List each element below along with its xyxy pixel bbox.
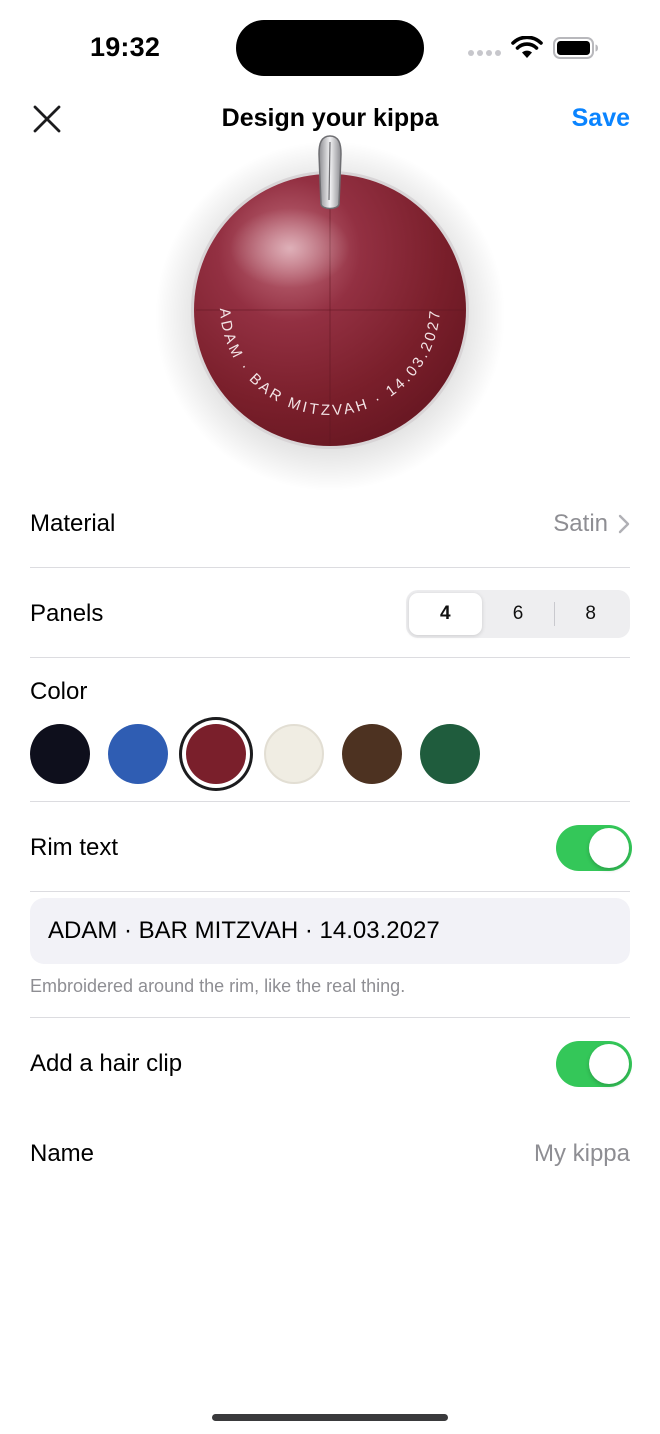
kippa-gloss: [230, 208, 350, 288]
panels-option-6[interactable]: 6: [482, 593, 555, 635]
swatch-green[interactable]: [420, 724, 480, 784]
divider: [30, 567, 630, 568]
color-label: Color: [30, 678, 88, 705]
panels-segmented-control[interactable]: 4 6 8: [406, 590, 630, 638]
divider: [30, 657, 630, 658]
divider: [30, 1017, 630, 1018]
swatch-cream[interactable]: [264, 724, 324, 784]
rim-text-input[interactable]: ADAM · BAR MITZVAH · 14.03.2027: [30, 898, 630, 964]
material-value-text: Satin: [553, 510, 608, 537]
rim-text-row: Rim text: [30, 824, 632, 872]
color-row: Color: [30, 672, 630, 712]
divider: [30, 891, 630, 892]
swatch-brown[interactable]: [342, 724, 402, 784]
kippa-preview: ADAM · BAR MITZVAH · 14.03.2027: [155, 135, 505, 491]
rim-text-helper: Embroidered around the rim, like the rea…: [30, 976, 406, 996]
toggle-knob: [589, 1044, 629, 1084]
panels-option-8[interactable]: 8: [554, 593, 627, 635]
rim-text-label: Rim text: [30, 834, 119, 861]
material-row[interactable]: Material Satin: [30, 498, 630, 550]
panels-option-4[interactable]: 4: [409, 593, 482, 635]
rim-text-toggle[interactable]: [556, 825, 632, 871]
wifi-icon: [511, 36, 543, 58]
status-time: 19:32: [90, 32, 161, 62]
color-swatches: [30, 718, 630, 790]
status-bar: 19:32: [0, 0, 660, 96]
name-label: Name: [30, 1140, 95, 1167]
swatch-burgundy-selected[interactable]: [186, 724, 246, 784]
divider: [30, 801, 630, 802]
name-input[interactable]: My kippa: [534, 1140, 630, 1168]
material-value[interactable]: Satin: [553, 510, 630, 538]
panels-row: Panels 4 6 8: [30, 588, 630, 640]
hair-clip-row: Add a hair clip: [30, 1040, 632, 1088]
chevron-right-icon: [618, 514, 630, 534]
material-label: Material: [30, 510, 116, 537]
dynamic-island: [236, 20, 424, 76]
hair-clip-icon: [318, 135, 342, 210]
battery-icon: [553, 37, 598, 59]
swatch-blue[interactable]: [108, 724, 168, 784]
cellular-signal-icon: [468, 50, 502, 58]
hair-clip-toggle[interactable]: [556, 1041, 632, 1087]
name-row: Name My kippa: [30, 1130, 630, 1178]
swatch-navy[interactable]: [30, 724, 90, 784]
panels-label: Panels: [30, 600, 104, 627]
hair-clip-label: Add a hair clip: [30, 1050, 183, 1077]
toggle-knob: [589, 828, 629, 868]
page-title: Design your kippa: [221, 104, 439, 132]
home-indicator: [212, 1414, 448, 1421]
save-button[interactable]: Save: [572, 104, 630, 133]
